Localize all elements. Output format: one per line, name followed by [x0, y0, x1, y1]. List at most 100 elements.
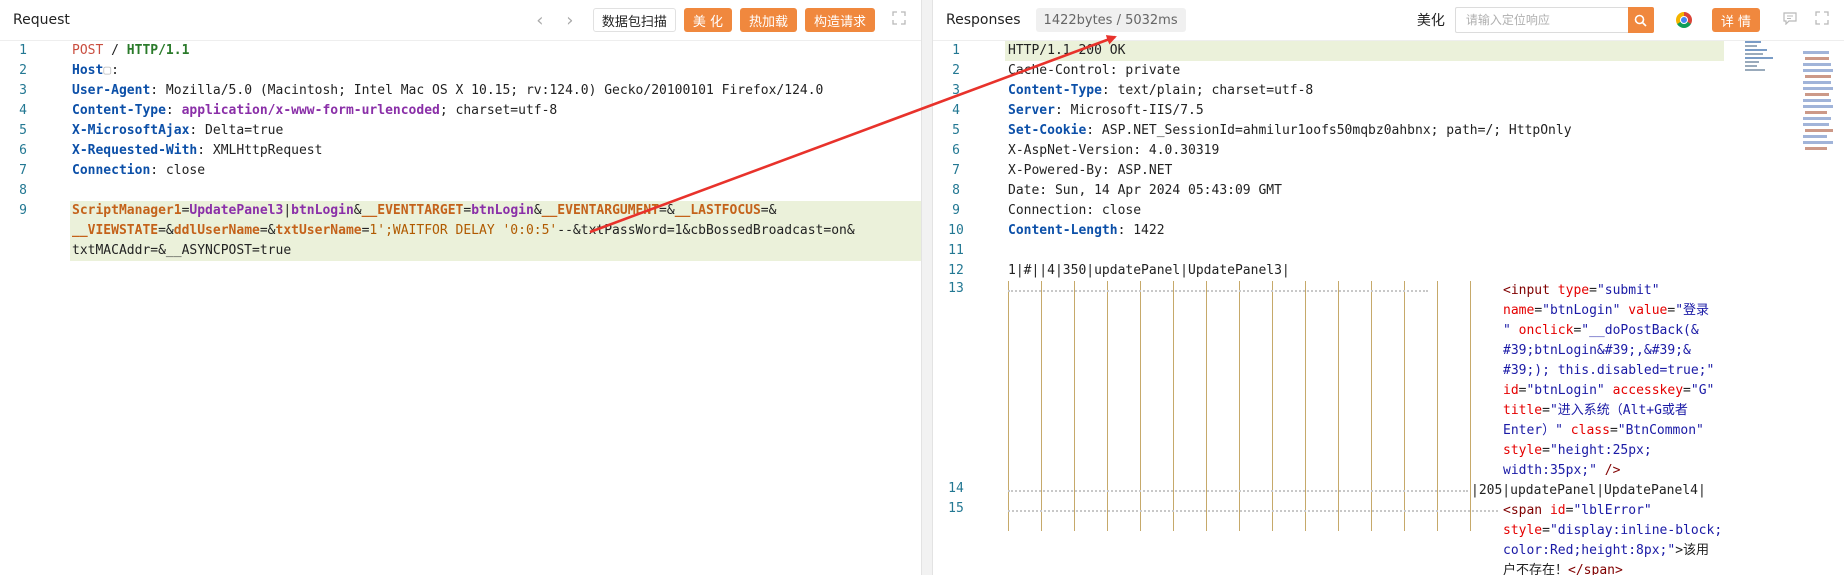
code-line[interactable]: style="display:inline-block;: [1503, 521, 1722, 541]
line-number: 10: [948, 223, 964, 238]
code-line[interactable]: <span id="lblError": [1503, 501, 1722, 521]
code-line[interactable]: 3 Content-Type: text/plain; charset=utf-8: [933, 81, 1844, 101]
line-code: Date: Sun, 14 Apr 2024 05:43:09 GMT: [1008, 181, 1282, 201]
html-block-submit: <input type="submit" name="btnLogin" valu…: [1503, 281, 1714, 481]
pane-splitter[interactable]: [922, 0, 932, 575]
expand-icon[interactable]: [1810, 11, 1834, 29]
code-line[interactable]: 9 ScriptManager1=UpdatePanel3|btnLogin&__…: [0, 201, 921, 221]
line-code: X-MicrosoftAjax: Delta=true: [72, 121, 283, 141]
code-line[interactable]: " onclick="__doPostBack(&: [1503, 321, 1714, 341]
code-line[interactable]: 7 Connection: close: [0, 161, 921, 181]
code-line[interactable]: 10 Content-Length: 1422: [933, 221, 1844, 241]
code-token: style: [1503, 523, 1543, 538]
code-token: |: [283, 203, 292, 218]
code-line[interactable]: 9 Connection: close: [933, 201, 1844, 221]
expand-icon[interactable]: [887, 11, 911, 29]
line-code: HTTP/1.1 200 OK: [1008, 41, 1125, 61]
code-token: Server: [1008, 103, 1055, 118]
search-icon[interactable]: [1627, 7, 1654, 33]
code-line[interactable]: title="进入系统（Alt+G或者: [1503, 401, 1714, 421]
code-line[interactable]: 4 Content-Type: application/x-www-form-ur…: [0, 101, 921, 121]
response-editor[interactable]: 1 HTTP/1.1 200 OK 2 Cache-Control: private 3…: [933, 41, 1844, 575]
comment-icon[interactable]: [1778, 11, 1802, 29]
code-token: name: [1503, 303, 1535, 318]
line-number: 9: [952, 203, 960, 218]
code-token: Connection: close: [1008, 203, 1142, 218]
chrome-icon[interactable]: [1675, 12, 1692, 28]
pretty-toggle[interactable]: 美化: [1417, 10, 1445, 30]
code-line[interactable]: 户不存在！</span>: [1503, 561, 1722, 575]
response-search-input[interactable]: [1454, 7, 1628, 33]
request-editor[interactable]: 1 POST / HTTP/1.1 2 Host▢: 3 User-Agent: Moz…: [0, 41, 921, 575]
code-line[interactable]: 6 X-AspNet-Version: 4.0.30319: [933, 141, 1844, 161]
code-token: "BtnCommon": [1617, 423, 1704, 438]
whitespace-dots: [1008, 510, 1498, 512]
code-token: __LASTFOCUS: [674, 203, 761, 218]
line-number: 3: [952, 83, 960, 98]
code-token: &: [353, 203, 362, 218]
code-line[interactable]: 2 Host▢:: [0, 61, 921, 81]
back-arrow-icon[interactable]: ‹: [528, 10, 552, 31]
request-toolbar: Request ‹ › 数据包扫描 美 化 热加载 构造请求: [0, 0, 921, 41]
code-line[interactable]: name="btnLogin" value="登录: [1503, 301, 1714, 321]
code-line[interactable]: width:35px;" />: [1503, 461, 1714, 481]
code-line[interactable]: 1 POST / HTTP/1.1: [0, 41, 921, 61]
beautify-button[interactable]: 美 化: [683, 8, 732, 32]
line-number: 4: [19, 103, 27, 118]
response-size-time-badge: 1422bytes / 5032ms: [1035, 8, 1186, 32]
code-line[interactable]: 5 X-MicrosoftAjax: Delta=true: [0, 121, 921, 141]
response-search: [1454, 7, 1654, 33]
code-line[interactable]: 4 Server: Microsoft-IIS/7.5: [933, 101, 1844, 121]
code-line[interactable]: #39;btnLogin&#39;,&#39;&: [1503, 341, 1714, 361]
code-line[interactable]: 8 Date: Sun, 14 Apr 2024 05:43:09 GMT: [933, 181, 1844, 201]
line-code: POST / HTTP/1.1: [72, 41, 189, 61]
code-line[interactable]: 3 User-Agent: Mozilla/5.0 (Macintosh; Int…: [0, 81, 921, 101]
code-line[interactable]: 7 X-Powered-By: ASP.NET: [933, 161, 1844, 181]
code-line[interactable]: 5 Set-Cookie: ASP.NET_SessionId=ahmilur1o…: [933, 121, 1844, 141]
code-line[interactable]: <input type="submit": [1503, 281, 1714, 301]
code-token: =: [1534, 303, 1543, 318]
code-token: width:35px;": [1503, 463, 1597, 478]
forward-arrow-icon[interactable]: ›: [558, 10, 582, 31]
code-token: ; charset=utf-8: [439, 103, 558, 118]
line-code: User-Agent: Mozilla/5.0 (Macintosh; Inte…: [72, 81, 823, 101]
code-token: Cache-Control: [1008, 63, 1110, 78]
html-block-span: <span id="lblError" style="display:inline…: [1503, 501, 1722, 575]
line-code: __VIEWSTATE=&ddlUserName=&txtUserName=1'…: [72, 221, 855, 241]
code-line[interactable]: #39;); this.disabled=true;": [1503, 361, 1714, 381]
code-token: >该用: [1675, 543, 1710, 558]
code-line[interactable]: id="btnLogin" accesskey="G": [1503, 381, 1714, 401]
code-line[interactable]: |205|updatePanel|UpdatePanel4|: [1471, 481, 1706, 501]
code-token: value: [1628, 303, 1668, 318]
code-token: : 1422: [1117, 223, 1165, 238]
hot-load-button[interactable]: 热加载: [739, 8, 797, 32]
code-token: Date: Sun, 14 Apr 2024 05:43:09 GMT: [1008, 183, 1282, 198]
line-code: Server: Microsoft-IIS/7.5: [1008, 101, 1204, 121]
code-token: =&: [259, 223, 276, 238]
code-line[interactable]: 11: [933, 241, 1844, 261]
code-line[interactable]: txtMACAddr=&__ASYNCPOST=true: [0, 241, 921, 261]
code-line[interactable]: __VIEWSTATE=&ddlUserName=&txtUserName=1'…: [0, 221, 921, 241]
details-button[interactable]: 详 情: [1711, 8, 1760, 32]
code-line[interactable]: 2 Cache-Control: private: [933, 61, 1844, 81]
code-token: HTTP/1.1 200 OK: [1008, 43, 1126, 58]
code-line[interactable]: style="height:25px;: [1503, 441, 1714, 461]
code-token: =&: [659, 203, 675, 218]
code-token: User-Agent: [72, 83, 151, 98]
line-number: 5: [952, 123, 960, 138]
code-line[interactable]: color:Red;height:8px;">该用: [1503, 541, 1722, 561]
code-line[interactable]: 8: [0, 181, 921, 201]
code-line[interactable]: 6 X-Requested-With: XMLHttpRequest: [0, 141, 921, 161]
build-request-button[interactable]: 构造请求: [804, 8, 875, 32]
code-token: application/x-www-form-urlencoded: [181, 103, 440, 118]
code-line[interactable]: 12 1|#||4|350|updatePanel|UpdatePanel3|: [933, 261, 1844, 281]
code-token: />: [1596, 463, 1621, 478]
code-line[interactable]: 1 HTTP/1.1 200 OK: [933, 41, 1844, 61]
code-token: =: [1683, 383, 1691, 398]
code-token: Set-Cookie: [1008, 123, 1087, 138]
code-line[interactable]: Enter）" class="BtnCommon": [1503, 421, 1714, 441]
packet-scan-button[interactable]: 数据包扫描: [592, 8, 676, 32]
line-number: 3: [19, 83, 27, 98]
code-token: :: [165, 103, 182, 118]
code-token: "__doPostBack(&: [1581, 323, 1699, 338]
